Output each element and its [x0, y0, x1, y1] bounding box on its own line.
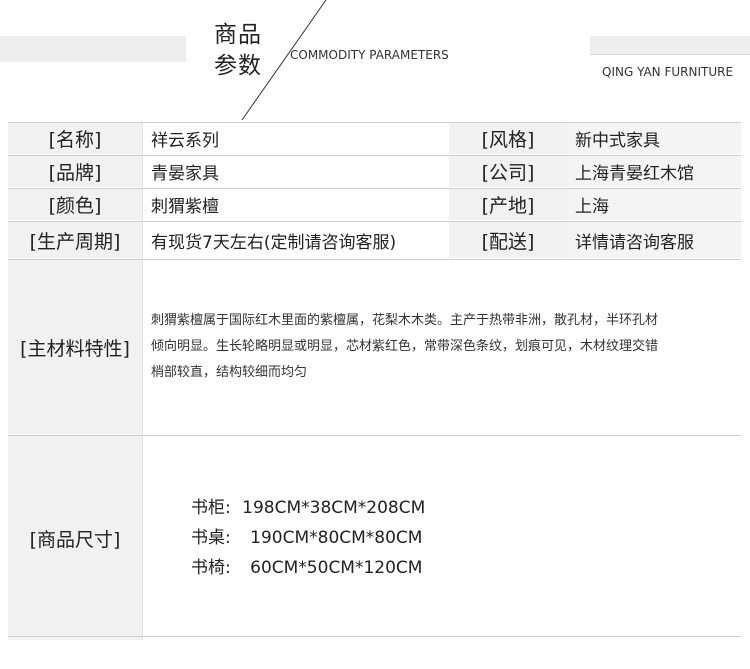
size-item: 书椅: 60CM*50CM*120CM — [191, 553, 422, 583]
material-line: 梢部较直，结构较细而均匀 — [151, 365, 308, 380]
size-item: 书柜: 198CM*38CM*208CM — [191, 493, 425, 523]
brand-name-english: QING YAN FURNITURE — [602, 65, 734, 79]
size-item-dims: 190CM*80CM*80CM — [250, 528, 423, 548]
size-list: 书柜: 198CM*38CM*208CM 书桌: 190CM*80CM*80CM… — [142, 436, 741, 640]
row-value: 青晏家具 — [142, 156, 448, 187]
size-item: 书桌: 190CM*80CM*80CM — [191, 523, 422, 553]
row-label: [风格] — [449, 123, 567, 154]
row-value: 刺猬紫檀 — [142, 189, 448, 220]
row-label: [颜色] — [8, 189, 142, 220]
header-band-left — [0, 36, 190, 62]
table-row: [品牌] 青晏家具 [公司] 上海青晏红木馆 — [8, 155, 741, 188]
table-row: [名称] 祥云系列 [风格] 新中式家具 — [8, 122, 741, 155]
row-label: [配送] — [449, 222, 567, 258]
table-row: [生产周期] 有现货7天左右(定制请咨询客服) [配送] 详情请咨询客服 — [8, 221, 741, 259]
row-label: [品牌] — [8, 156, 142, 187]
row-value: 上海 — [567, 189, 741, 220]
size-label: [商品尺寸] — [8, 436, 142, 640]
table-bottom-rule — [8, 636, 741, 637]
parameter-table: [名称] 祥云系列 [风格] 新中式家具 [品牌] 青晏家具 [公司] 上海青晏… — [8, 122, 741, 641]
row-value: 有现货7天左右(定制请咨询客服) — [142, 222, 448, 258]
row-label: [产地] — [449, 189, 567, 220]
size-item-dims: 60CM*50CM*120CM — [250, 558, 423, 578]
material-row: [主材料特性] 刺猬紫檀属于国际红木里面的紫檀属，花梨木木类。主产于热带非洲，散… — [8, 259, 741, 435]
section-title-line2: 参数 — [214, 53, 262, 79]
row-value: 祥云系列 — [142, 123, 448, 154]
table-row: [颜色] 刺猬紫檀 [产地] 上海 — [8, 188, 741, 221]
header-band-right — [590, 36, 750, 54]
row-value: 详情请咨询客服 — [567, 222, 741, 258]
section-title-english: COMMODITY PARAMETERS — [290, 48, 449, 62]
size-row: [商品尺寸] 书柜: 198CM*38CM*208CM 书桌: 190CM*80… — [8, 435, 741, 641]
section-title-line1: 商品 — [214, 22, 262, 48]
header-rule-right — [590, 54, 750, 55]
size-item-name: 书柜: — [191, 498, 231, 518]
size-item-name: 书桌: — [191, 528, 231, 548]
material-description: 刺猬紫檀属于国际红木里面的紫檀属，花梨木木类。主产于热带非洲，散孔材，半环孔材 … — [142, 260, 741, 434]
size-item-name: 书椅: — [191, 558, 231, 578]
row-value: 新中式家具 — [567, 123, 741, 154]
row-value: 上海青晏红木馆 — [567, 156, 741, 187]
size-item-dims: 198CM*38CM*208CM — [242, 498, 426, 518]
row-label: [名称] — [8, 123, 142, 154]
material-line: 刺猬紫檀属于国际红木里面的紫檀属，花梨木木类。主产于热带非洲，散孔材，半环孔材 — [151, 313, 659, 328]
material-label: [主材料特性] — [8, 260, 142, 434]
material-line: 倾向明显。生长轮略明显或明显，芯材紫红色，常带深色条纹，划痕可见，木材纹理交错 — [151, 339, 659, 354]
section-title: 商品 参数 — [214, 20, 274, 82]
row-label: [生产周期] — [8, 222, 142, 258]
row-label: [公司] — [449, 156, 567, 187]
